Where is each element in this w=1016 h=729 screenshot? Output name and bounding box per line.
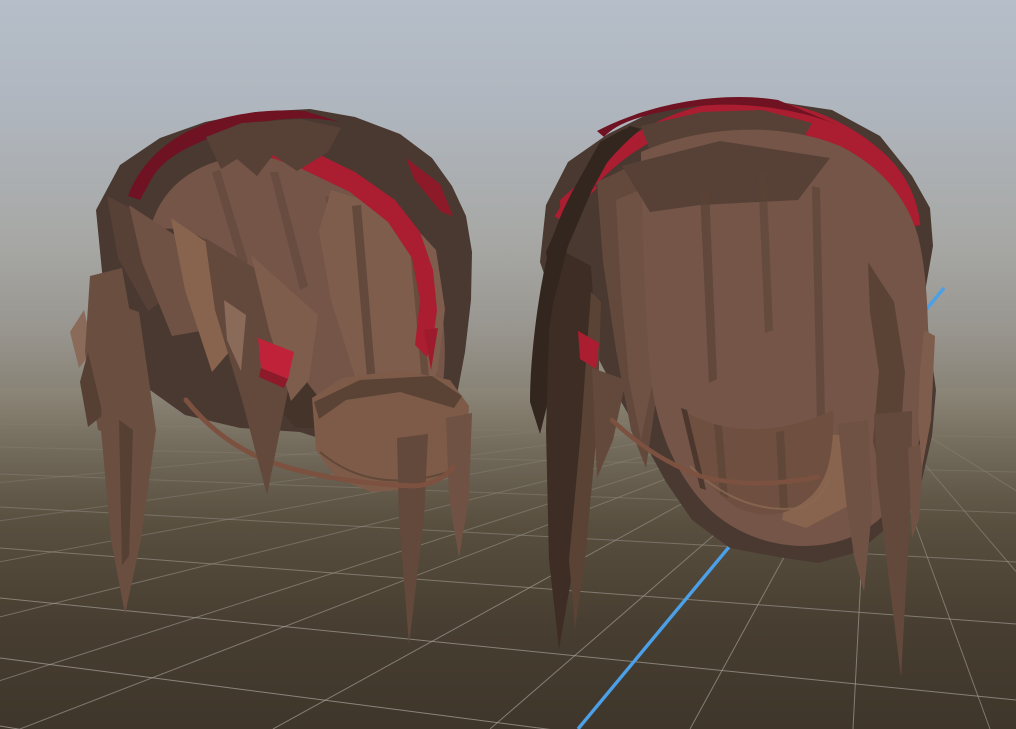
scene-viewport[interactable] <box>0 0 1016 729</box>
scene-render <box>0 0 1016 729</box>
